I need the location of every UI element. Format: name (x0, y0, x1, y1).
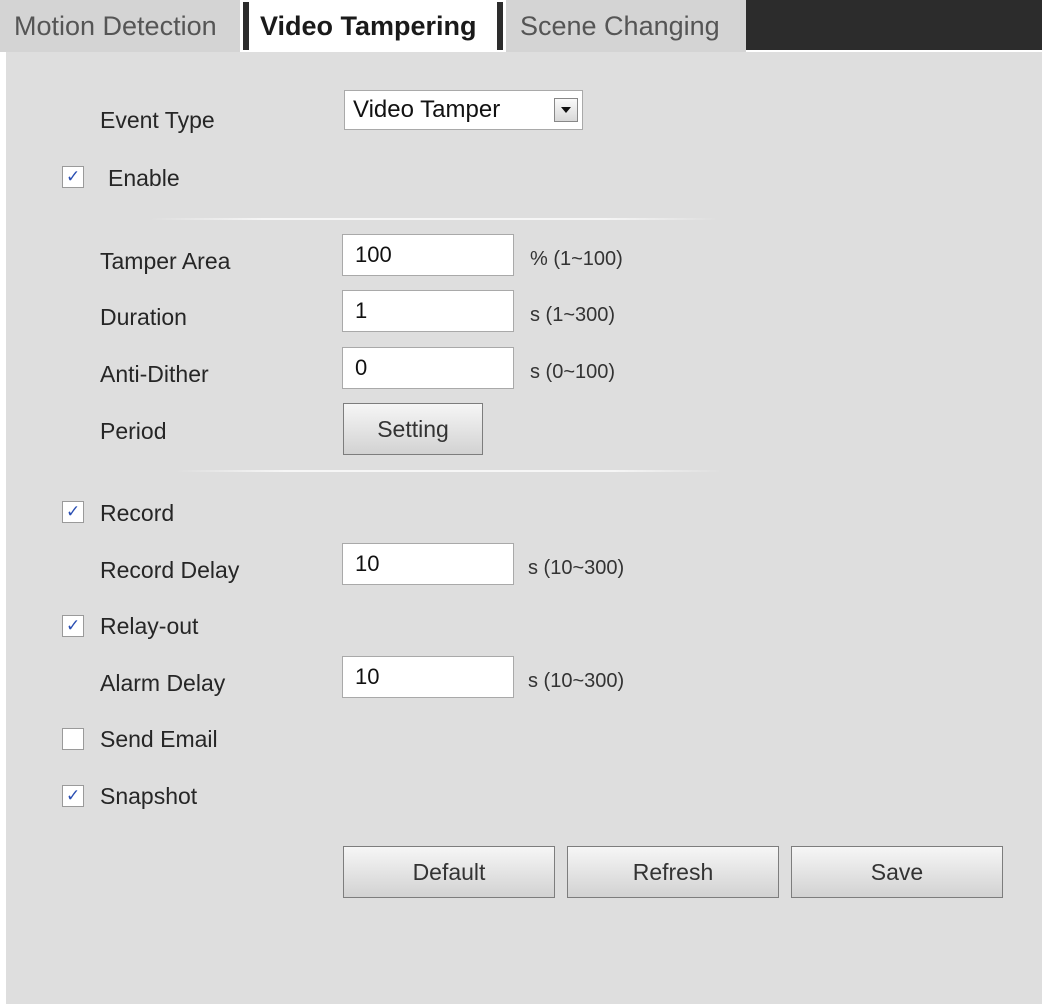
enable-label: Enable (108, 165, 180, 191)
anti-dither-unit: s (0~100) (530, 361, 616, 383)
duration-label: Duration (100, 304, 187, 330)
record-label: Record (100, 500, 175, 526)
duration-unit: s (1~300) (530, 304, 616, 326)
tab-separator (243, 2, 249, 50)
record-delay-unit: s (10~300) (528, 557, 625, 579)
event-type-select[interactable]: Video Tamper (344, 90, 583, 130)
record-delay-input[interactable] (342, 543, 514, 585)
send-email-label: Send Email (100, 726, 218, 752)
period-label: Period (100, 418, 167, 444)
snapshot-label: Snapshot (100, 783, 198, 809)
check-icon: ✓ (66, 786, 81, 806)
record-delay-label: Record Delay (100, 557, 240, 583)
enable-checkbox[interactable]: ✓ (62, 166, 84, 188)
alarm-delay-label: Alarm Delay (100, 670, 226, 696)
period-setting-button[interactable]: Setting (343, 403, 483, 455)
chevron-down-icon[interactable] (554, 98, 578, 122)
check-icon: ✓ (66, 167, 81, 187)
tab-bar-filler (746, 0, 1042, 50)
tab-scene-changing[interactable]: Scene Changing (506, 0, 746, 52)
send-email-checkbox[interactable] (62, 728, 84, 750)
alarm-delay-input[interactable] (342, 656, 514, 698)
section-divider (176, 470, 722, 472)
refresh-button[interactable]: Refresh (567, 846, 779, 898)
relay-out-label: Relay-out (100, 613, 199, 639)
anti-dither-label: Anti-Dither (100, 361, 209, 387)
tamper-area-input[interactable] (342, 234, 514, 276)
relay-out-checkbox[interactable]: ✓ (62, 615, 84, 637)
section-divider (150, 218, 718, 220)
tamper-area-unit: % (1~100) (530, 248, 623, 270)
check-icon: ✓ (66, 616, 81, 636)
event-type-label: Event Type (100, 107, 215, 133)
record-checkbox[interactable]: ✓ (62, 501, 84, 523)
tab-bar: Motion Detection Video Tampering Scene C… (0, 0, 1042, 52)
tamper-area-label: Tamper Area (100, 248, 231, 274)
default-button[interactable]: Default (343, 846, 555, 898)
tab-video-tampering[interactable]: Video Tampering (250, 0, 496, 52)
settings-panel: Event Type Video Tamper ✓ Enable Tamper … (6, 52, 1042, 1004)
alarm-delay-unit: s (10~300) (528, 670, 625, 692)
duration-input[interactable] (342, 290, 514, 332)
tab-motion-detection[interactable]: Motion Detection (0, 0, 240, 52)
check-icon: ✓ (66, 502, 81, 522)
snapshot-checkbox[interactable]: ✓ (62, 785, 84, 807)
event-type-value: Video Tamper (353, 96, 501, 123)
anti-dither-input[interactable] (342, 347, 514, 389)
tab-separator (497, 2, 503, 50)
save-button[interactable]: Save (791, 846, 1003, 898)
